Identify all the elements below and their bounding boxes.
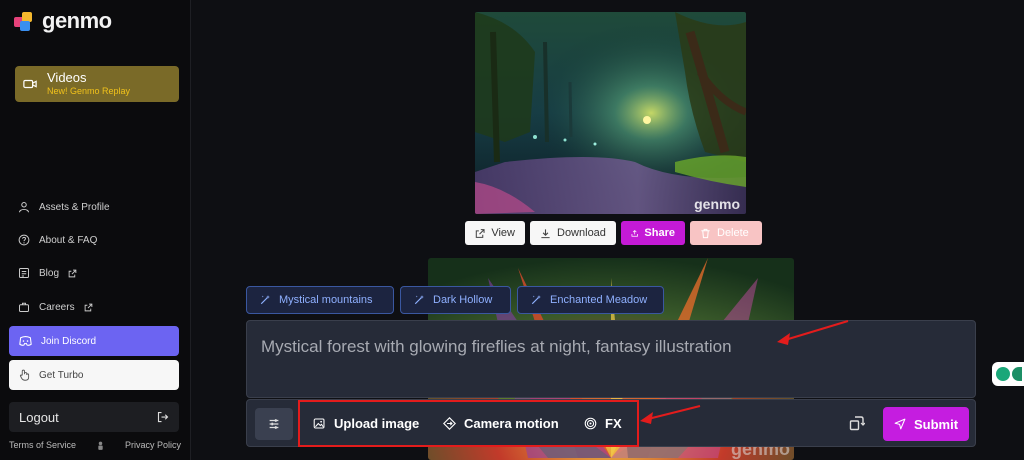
sidebar: genmo Videos New! Genmo Replay Assets & …: [0, 0, 191, 460]
hand-icon: [19, 369, 30, 381]
suggestion-chip[interactable]: Dark Hollow: [400, 286, 511, 314]
view-button[interactable]: View: [465, 221, 525, 245]
share-icon: [631, 229, 638, 237]
image-actions: View Download Share Delete: [465, 221, 762, 245]
sidebar-item-label: Blog: [39, 267, 60, 279]
sidebar-footer: Terms of Service Privacy Policy: [9, 440, 181, 450]
helper-icon: [996, 367, 1010, 381]
annotation-highlight-box: [298, 400, 639, 447]
sidebar-item-label: Careers: [39, 301, 75, 313]
genmo-logo[interactable]: genmo: [14, 8, 112, 34]
suggestion-chip[interactable]: Enchanted Meadow: [517, 286, 664, 314]
share-button[interactable]: Share: [621, 221, 685, 245]
external-link-icon: [68, 269, 77, 277]
logout-label: Logout: [19, 409, 59, 425]
prompt-text[interactable]: Mystical forest with glowing fireflies a…: [261, 337, 732, 357]
magic-wand-icon: [414, 295, 424, 305]
forest-image: [475, 12, 746, 214]
videos-subtitle: New! Genmo Replay: [47, 86, 131, 97]
suggestion-label: Enchanted Meadow: [550, 294, 648, 306]
sidebar-item-about-faq[interactable]: About & FAQ: [18, 234, 97, 246]
user-icon: [19, 202, 29, 213]
sidebar-item-label: About & FAQ: [39, 234, 98, 246]
suggestion-chip[interactable]: Mystical mountains: [246, 286, 394, 314]
get-turbo-label: Get Turbo: [39, 369, 84, 381]
sidebar-item-assets-profile[interactable]: Assets & Profile: [18, 201, 110, 213]
terms-of-service-link[interactable]: Terms of Service: [9, 440, 76, 450]
view-label: View: [491, 227, 515, 239]
magic-wand-icon: [531, 295, 541, 305]
external-link-icon: [475, 228, 485, 238]
share-label: Share: [644, 227, 675, 239]
floating-helper-widget[interactable]: [992, 362, 1024, 386]
join-discord-button[interactable]: Join Discord: [9, 326, 179, 356]
trash-icon: [701, 228, 710, 238]
settings-button[interactable]: [255, 408, 293, 440]
image-watermark: genmo: [694, 196, 740, 212]
send-icon: [894, 418, 906, 430]
sidebar-item-blog[interactable]: Blog: [18, 267, 77, 279]
delete-label: Delete: [717, 227, 749, 239]
download-button[interactable]: Download: [530, 221, 616, 245]
person-icon: [98, 441, 103, 450]
videos-button[interactable]: Videos New! Genmo Replay: [15, 66, 179, 102]
submit-button[interactable]: Submit: [883, 407, 969, 441]
brand-name: genmo: [42, 8, 112, 33]
delete-button[interactable]: Delete: [690, 221, 762, 245]
download-icon: [541, 228, 550, 238]
videos-title: Videos: [47, 70, 87, 86]
submit-label: Submit: [913, 416, 959, 432]
suggestion-label: Mystical mountains: [279, 294, 373, 306]
suggestion-label: Dark Hollow: [433, 294, 493, 306]
aspect-ratio-icon: [849, 416, 865, 431]
sliders-icon: [269, 419, 279, 429]
prompt-suggestions: Mystical mountains Dark Hollow Enchanted…: [246, 286, 664, 314]
discord-icon: [19, 336, 32, 346]
external-link-icon: [84, 303, 92, 311]
video-camera-icon: [23, 79, 37, 89]
download-label: Download: [557, 227, 606, 239]
sidebar-item-careers[interactable]: Careers: [18, 301, 93, 313]
logout-icon: [157, 411, 169, 423]
get-turbo-button[interactable]: Get Turbo: [9, 360, 179, 390]
careers-icon: [19, 302, 29, 312]
logout-button[interactable]: Logout: [9, 402, 179, 432]
prompt-input[interactable]: Mystical forest with glowing fireflies a…: [246, 320, 976, 398]
blog-icon: [19, 268, 29, 278]
magic-wand-icon: [260, 295, 270, 305]
aspect-ratio-button[interactable]: [847, 412, 867, 434]
generated-image[interactable]: genmo: [475, 12, 746, 214]
helper-icon-secondary: [1012, 367, 1022, 381]
genmo-logo-icon: [14, 10, 36, 32]
join-discord-label: Join Discord: [41, 335, 97, 347]
question-icon: [18, 234, 30, 246]
sidebar-item-label: Assets & Profile: [39, 201, 110, 213]
privacy-policy-link[interactable]: Privacy Policy: [125, 440, 181, 450]
